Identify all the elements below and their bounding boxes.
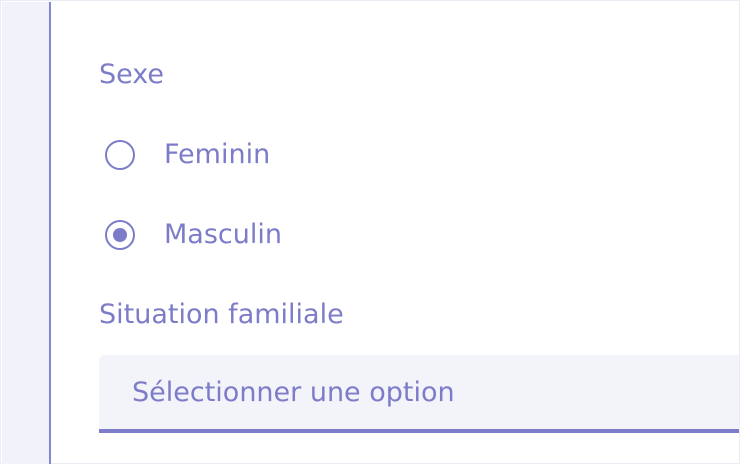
sexe-label: Sexe <box>99 59 165 90</box>
radio-option-label: Feminin <box>164 139 271 170</box>
situation-familiale-label: Situation familiale <box>99 299 344 330</box>
situation-familiale-select[interactable]: Sélectionner une option <box>99 355 739 433</box>
radio-unchecked-icon[interactable] <box>105 140 135 170</box>
radio-option-feminin[interactable]: Feminin <box>105 137 270 173</box>
radio-dot-icon <box>113 228 127 242</box>
radio-checked-icon[interactable] <box>105 220 135 250</box>
left-rail <box>2 2 49 464</box>
radio-option-masculin[interactable]: Masculin <box>105 217 282 253</box>
select-placeholder: Sélectionner une option <box>132 377 455 408</box>
form-panel: Sexe Feminin Masculin Situation familial… <box>0 0 740 464</box>
left-rail-divider <box>49 2 51 464</box>
radio-option-label: Masculin <box>164 219 282 250</box>
